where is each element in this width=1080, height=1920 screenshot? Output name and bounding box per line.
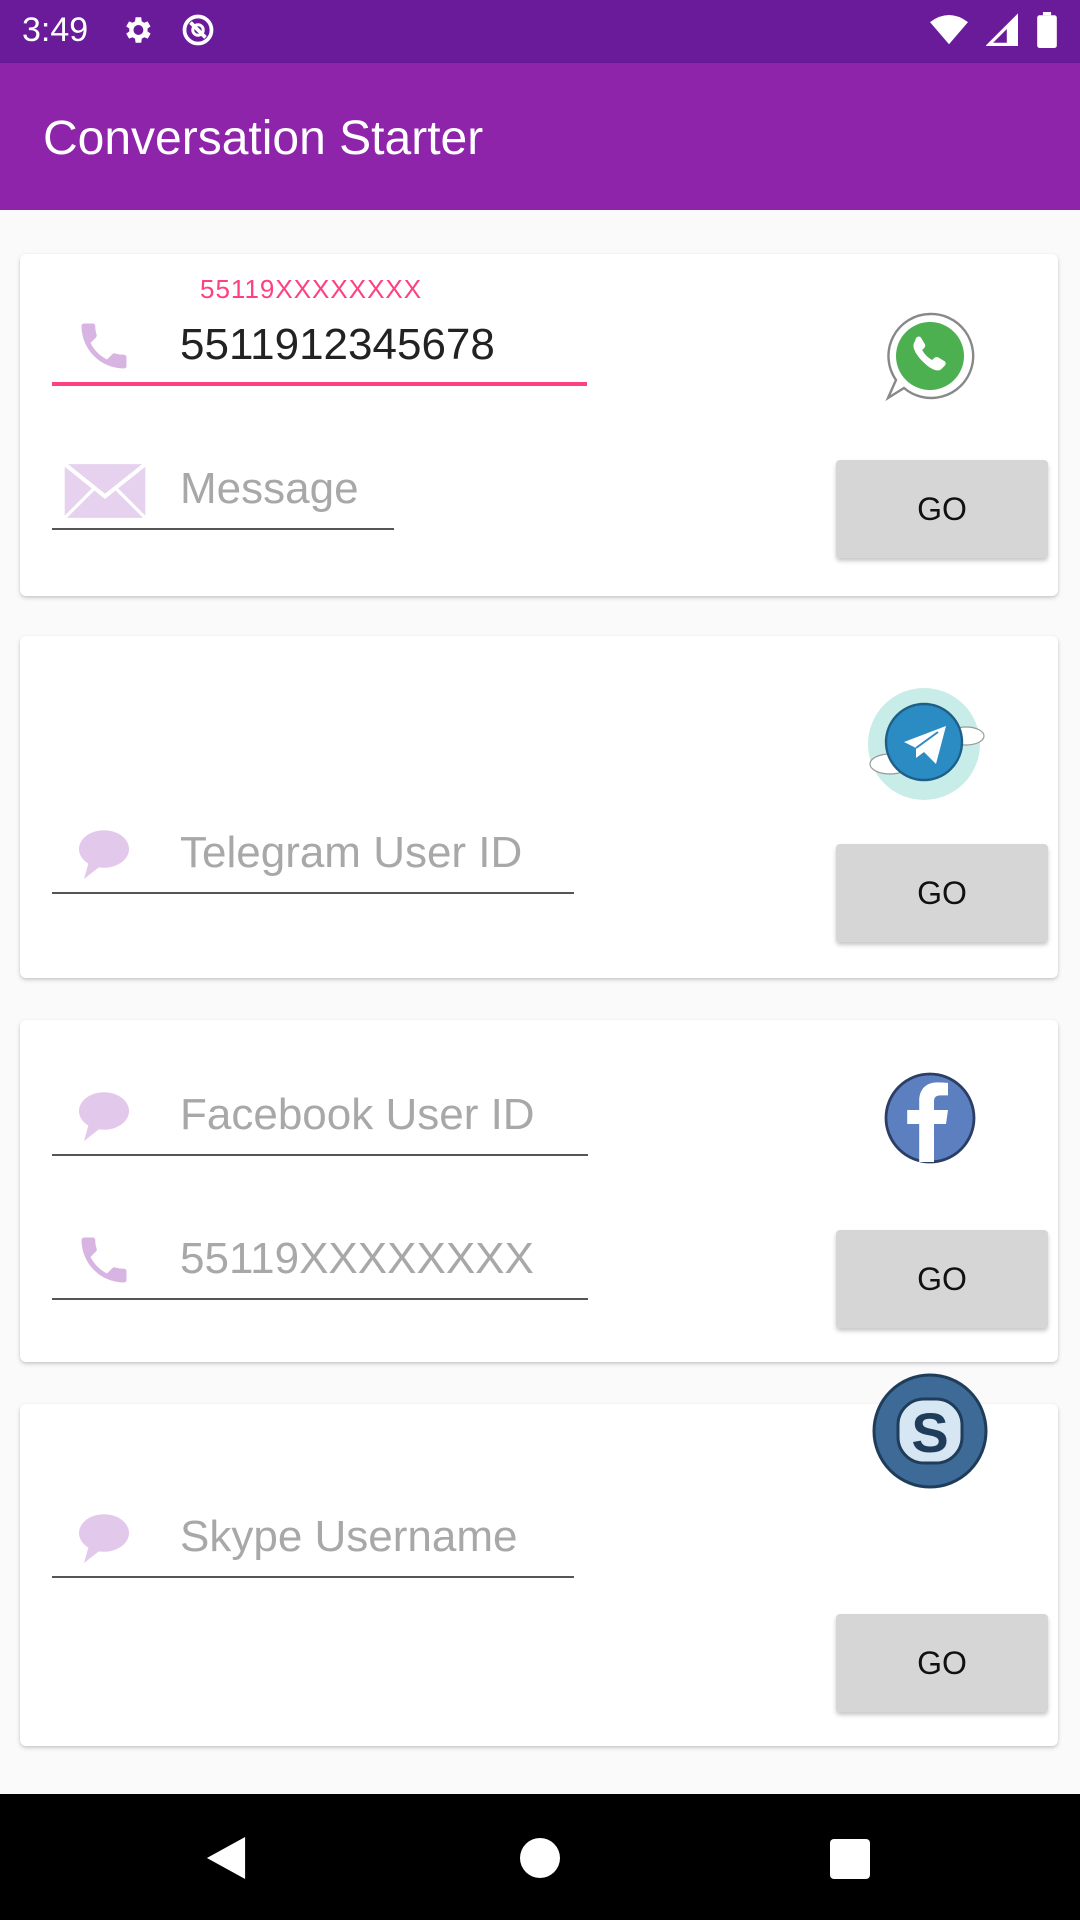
telegram-user-id-field[interactable]: Telegram User ID bbox=[52, 814, 574, 894]
app-title: Conversation Starter bbox=[43, 112, 484, 165]
whatsapp-message-field[interactable]: Message bbox=[52, 450, 394, 530]
sync-circle-icon bbox=[180, 12, 216, 53]
facebook-logo-icon bbox=[882, 1070, 978, 1171]
recents-square-icon[interactable] bbox=[830, 1839, 870, 1884]
home-circle-icon[interactable] bbox=[520, 1837, 560, 1884]
skype-card: Skype Username S GO bbox=[20, 1373, 1058, 1746]
envelope-icon bbox=[62, 460, 148, 520]
facebook-user-id-field[interactable]: Facebook User ID bbox=[52, 1076, 588, 1156]
battery-icon bbox=[1036, 12, 1058, 53]
skype-logo-icon: S bbox=[868, 1370, 992, 1497]
cell-signal-icon bbox=[985, 13, 1018, 52]
chat-bubble-icon bbox=[72, 1086, 136, 1146]
chat-bubble-icon bbox=[72, 824, 136, 884]
facebook-phone-field[interactable]: 55119XXXXXXXX bbox=[52, 1220, 588, 1300]
wifi-icon bbox=[930, 13, 968, 52]
content-area: 55119XXXXXXXX 5511912345678 Message GO T… bbox=[0, 210, 1080, 1794]
telegram-logo-icon bbox=[850, 684, 1000, 809]
telegram-go-button[interactable]: GO bbox=[836, 844, 1048, 942]
app-bar: Conversation Starter bbox=[0, 63, 1080, 210]
settings-gear-icon bbox=[120, 13, 154, 52]
message-input: Message bbox=[180, 464, 359, 513]
phone-icon bbox=[72, 1230, 136, 1290]
whatsapp-logo-icon bbox=[882, 308, 978, 409]
status-time: 3:49 bbox=[22, 11, 89, 49]
navigation-bar bbox=[0, 1794, 1080, 1920]
facebook-phone-input: 55119XXXXXXXX bbox=[180, 1234, 534, 1283]
back-triangle-icon[interactable] bbox=[206, 1837, 246, 1884]
skype-username-field[interactable]: Skype Username bbox=[52, 1498, 574, 1578]
skype-go-button[interactable]: GO bbox=[836, 1614, 1048, 1712]
telegram-card: Telegram User ID GO bbox=[20, 636, 1058, 978]
whatsapp-card: 55119XXXXXXXX 5511912345678 Message GO bbox=[20, 254, 1058, 596]
whatsapp-phone-field[interactable]: 5511912345678 bbox=[52, 306, 587, 386]
skype-username-input: Skype Username bbox=[180, 1512, 518, 1561]
whatsapp-phone-value: 5511912345678 bbox=[180, 320, 495, 369]
phone-float-label: 55119XXXXXXXX bbox=[200, 274, 423, 304]
chat-bubble-icon bbox=[72, 1508, 136, 1568]
svg-text:S: S bbox=[911, 1401, 948, 1464]
facebook-user-id-input: Facebook User ID bbox=[180, 1090, 535, 1139]
telegram-user-id-input: Telegram User ID bbox=[180, 828, 523, 877]
facebook-go-button[interactable]: GO bbox=[836, 1230, 1048, 1328]
phone-icon bbox=[72, 316, 136, 376]
status-bar: 3:49 bbox=[0, 0, 1080, 63]
whatsapp-go-button[interactable]: GO bbox=[836, 460, 1048, 558]
facebook-card: Facebook User ID 55119XXXXXXXX GO bbox=[20, 1020, 1058, 1362]
